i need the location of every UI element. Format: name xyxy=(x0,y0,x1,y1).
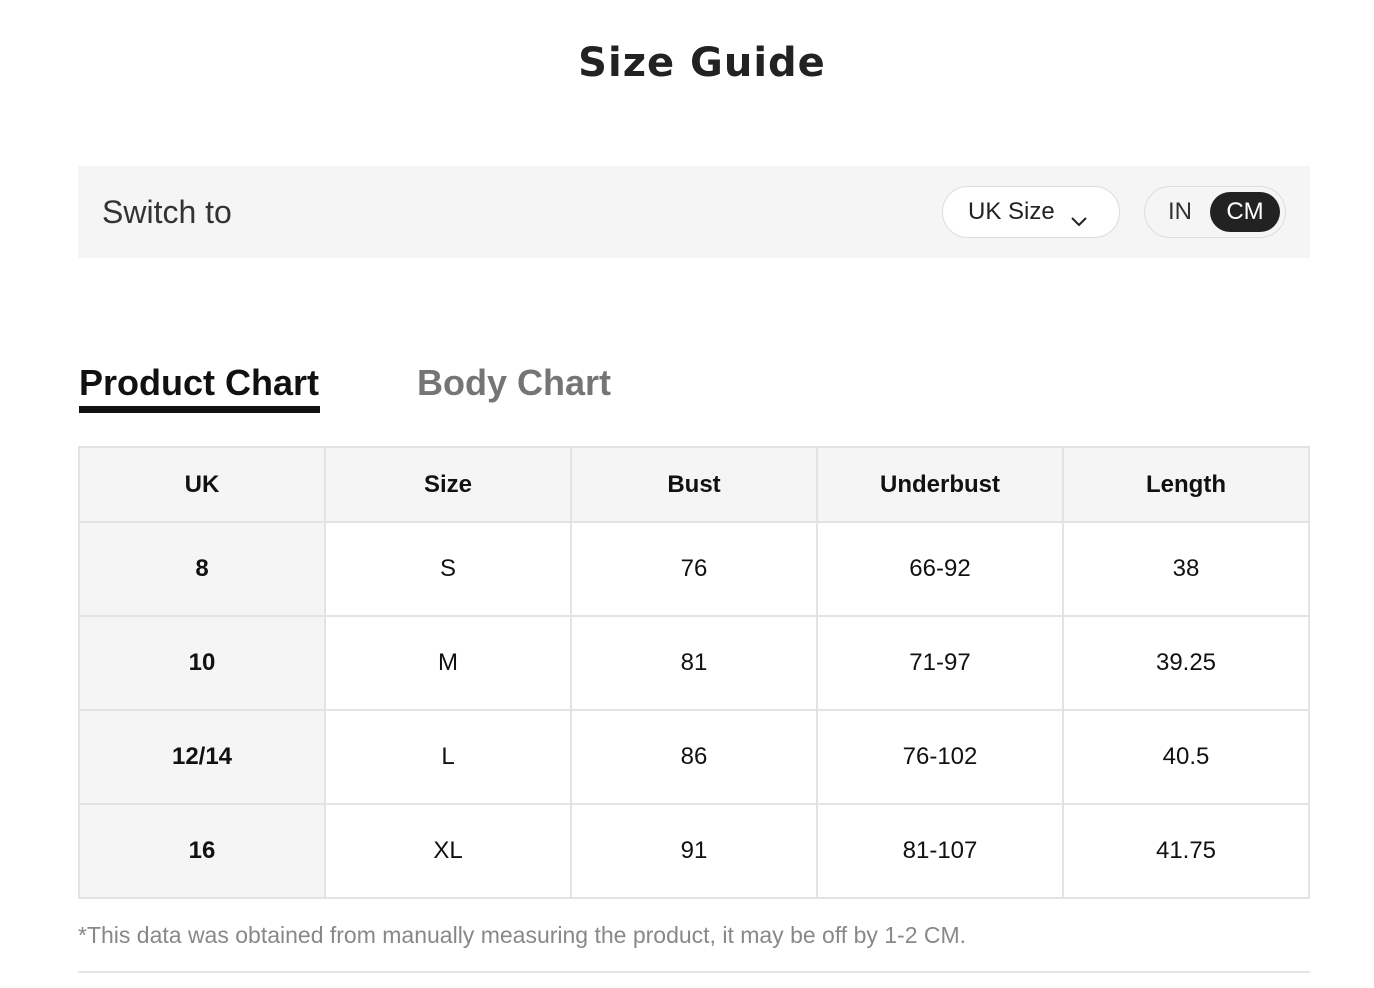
size-system-dropdown[interactable]: UK Size xyxy=(942,186,1120,238)
switch-bar: Switch to UK Size IN CM xyxy=(78,166,1310,258)
cell-size: S xyxy=(324,521,572,617)
cell-uk: 8 xyxy=(78,521,326,617)
header-bust: Bust xyxy=(570,446,818,523)
cell-length: 41.75 xyxy=(1062,803,1310,899)
cell-underbust: 81-107 xyxy=(816,803,1064,899)
measurement-note: *This data was obtained from manually me… xyxy=(78,922,967,948)
active-tab-indicator xyxy=(79,406,320,413)
header-length: Length xyxy=(1062,446,1310,523)
cell-underbust: 76-102 xyxy=(816,709,1064,805)
tab-product-chart[interactable]: Product Chart xyxy=(79,362,319,404)
cell-size: L xyxy=(324,709,572,805)
table-row: 16 XL 91 81-107 41.75 xyxy=(78,803,1310,899)
cell-length: 39.25 xyxy=(1062,615,1310,711)
cell-uk: 10 xyxy=(78,615,326,711)
table-row: 10 M 81 71-97 39.25 xyxy=(78,615,1310,711)
cell-size: M xyxy=(324,615,572,711)
size-guide-page: Size Guide Switch to UK Size IN CM Produ… xyxy=(0,0,1374,988)
cell-size: XL xyxy=(324,803,572,899)
header-uk: UK xyxy=(78,446,326,523)
cell-underbust: 71-97 xyxy=(816,615,1064,711)
divider xyxy=(78,971,1310,973)
header-size: Size xyxy=(324,446,572,523)
switch-label: Switch to xyxy=(102,194,232,230)
cell-bust: 81 xyxy=(570,615,818,711)
cell-bust: 91 xyxy=(570,803,818,899)
table-row: 12/14 L 86 76-102 40.5 xyxy=(78,709,1310,805)
table-header-row: UK Size Bust Underbust Length xyxy=(78,446,1310,523)
table-row: 8 S 76 66-92 38 xyxy=(78,521,1310,617)
unit-toggle: IN CM xyxy=(1144,186,1286,238)
unit-option-in[interactable]: IN xyxy=(1151,192,1209,232)
cell-uk: 16 xyxy=(78,803,326,899)
cell-uk: 12/14 xyxy=(78,709,326,805)
cell-underbust: 66-92 xyxy=(816,521,1064,617)
unit-option-cm[interactable]: CM xyxy=(1210,192,1280,232)
cell-length: 40.5 xyxy=(1062,709,1310,805)
cell-bust: 76 xyxy=(570,521,818,617)
page-title: Size Guide xyxy=(578,40,826,86)
header-underbust: Underbust xyxy=(816,446,1064,523)
size-table: UK Size Bust Underbust Length 8 S 76 66-… xyxy=(78,446,1310,899)
size-system-value: UK Size xyxy=(968,198,1055,225)
cell-bust: 86 xyxy=(570,709,818,805)
tab-body-chart[interactable]: Body Chart xyxy=(417,362,611,404)
chevron-down-icon xyxy=(1070,206,1088,227)
cell-length: 38 xyxy=(1062,521,1310,617)
